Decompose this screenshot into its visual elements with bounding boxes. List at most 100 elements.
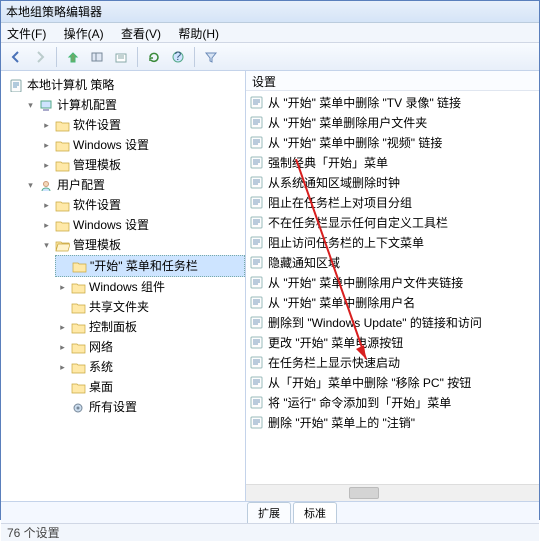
expand-icon[interactable]: ▸ — [41, 220, 52, 231]
menu-help[interactable]: 帮助(H) — [178, 27, 219, 41]
setting-row[interactable]: 不在任务栏显示任何自定义工具栏 — [246, 213, 539, 233]
settings-list[interactable]: 从 "开始" 菜单中删除 "TV 录像" 链接从 "开始" 菜单删除用户文件夹从… — [246, 91, 539, 484]
window-title: 本地组策略编辑器 — [6, 5, 102, 19]
folder-icon — [55, 139, 70, 152]
setting-label: 从 "开始" 菜单中删除 "TV 录像" 链接 — [268, 93, 461, 113]
expand-icon[interactable]: ▸ — [41, 120, 52, 131]
export-button[interactable] — [110, 46, 132, 68]
setting-label: 从 "开始" 菜单中删除 "视频" 链接 — [268, 133, 442, 153]
statusbar: 76 个设置 — [1, 523, 539, 541]
tree-user-config[interactable]: ▾ 用户配置 — [23, 175, 245, 195]
tree-item[interactable]: ▸网络 — [55, 337, 245, 357]
setting-label: 更改 "开始" 菜单电源按钮 — [268, 333, 403, 353]
expand-icon[interactable]: ▸ — [41, 140, 52, 151]
tree-admin-templates[interactable]: ▾管理模板 — [39, 235, 245, 255]
tree-root[interactable]: 本地计算机 策略 — [7, 75, 245, 95]
tree-item[interactable]: 桌面 — [55, 377, 245, 397]
setting-icon — [250, 236, 264, 250]
policy-icon — [9, 79, 24, 92]
setting-row[interactable]: 从 "开始" 菜单中删除 "TV 录像" 链接 — [246, 93, 539, 113]
tree-pane[interactable]: 本地计算机 策略 ▾ 计算机配置 ▸软件设置 ▸Windows 设置 ▸管理模板 — [1, 71, 246, 501]
tree-item[interactable]: 共享文件夹 — [55, 297, 245, 317]
setting-row[interactable]: 将 "运行" 命令添加到「开始」菜单 — [246, 393, 539, 413]
user-icon — [39, 179, 54, 192]
folder-open-icon — [55, 239, 70, 252]
setting-row[interactable]: 从 "开始" 菜单中删除用户名 — [246, 293, 539, 313]
setting-icon — [250, 196, 264, 210]
expand-icon[interactable]: ▸ — [41, 160, 52, 171]
setting-icon — [250, 256, 264, 270]
setting-row[interactable]: 从 "开始" 菜单中删除用户文件夹链接 — [246, 273, 539, 293]
setting-icon — [250, 336, 264, 350]
column-header-setting[interactable]: 设置 — [246, 71, 539, 91]
settings-pane: 设置 从 "开始" 菜单中删除 "TV 录像" 链接从 "开始" 菜单删除用户文… — [246, 71, 539, 501]
computer-icon — [39, 99, 54, 112]
setting-row[interactable]: 隐藏通知区域 — [246, 253, 539, 273]
tree-item[interactable]: ▸软件设置 — [39, 195, 245, 215]
collapse-icon[interactable]: ▾ — [25, 180, 36, 191]
setting-icon — [250, 136, 264, 150]
setting-row[interactable]: 从系统通知区域删除时钟 — [246, 173, 539, 193]
setting-row[interactable]: 从 "开始" 菜单删除用户文件夹 — [246, 113, 539, 133]
status-text: 76 个设置 — [7, 526, 60, 540]
collapse-icon[interactable]: ▾ — [41, 240, 52, 251]
toolbar: ? — [1, 43, 539, 71]
tree-computer-config[interactable]: ▾ 计算机配置 — [23, 95, 245, 115]
setting-icon — [250, 176, 264, 190]
folder-icon — [71, 301, 86, 314]
tree-item[interactable]: ▸Windows 组件 — [55, 277, 245, 297]
tree-start-taskbar[interactable]: "开始" 菜单和任务栏 — [55, 255, 245, 277]
setting-label: 强制经典「开始」菜单 — [268, 153, 388, 173]
expand-icon[interactable]: ▸ — [57, 322, 68, 333]
setting-row[interactable]: 在任务栏上显示快速启动 — [246, 353, 539, 373]
setting-row[interactable]: 阻止访问任务栏的上下文菜单 — [246, 233, 539, 253]
filter-button[interactable] — [200, 46, 222, 68]
setting-icon — [250, 216, 264, 230]
tree-item[interactable]: ▸Windows 设置 — [39, 135, 245, 155]
expand-icon[interactable]: ▸ — [41, 200, 52, 211]
up-button[interactable] — [62, 46, 84, 68]
folder-icon — [71, 361, 86, 374]
setting-label: 从「开始」菜单中删除 "移除 PC" 按钮 — [268, 373, 471, 393]
setting-label: 阻止访问任务栏的上下文菜单 — [268, 233, 424, 253]
scrollbar-thumb[interactable] — [349, 487, 379, 499]
menu-action[interactable]: 操作(A) — [64, 27, 104, 41]
expand-icon[interactable]: ▸ — [57, 282, 68, 293]
tree-item[interactable]: ▸Windows 设置 — [39, 215, 245, 235]
setting-row[interactable]: 更改 "开始" 菜单电源按钮 — [246, 333, 539, 353]
menu-file[interactable]: 文件(F) — [7, 27, 46, 41]
setting-row[interactable]: 从 "开始" 菜单中删除 "视频" 链接 — [246, 133, 539, 153]
horizontal-scrollbar[interactable] — [246, 484, 539, 501]
setting-icon — [250, 396, 264, 410]
tree-item[interactable]: ▸控制面板 — [55, 317, 245, 337]
setting-label: 删除 "开始" 菜单上的 "注销" — [268, 413, 415, 433]
setting-row[interactable]: 强制经典「开始」菜单 — [246, 153, 539, 173]
show-hide-button[interactable] — [86, 46, 108, 68]
setting-row[interactable]: 从「开始」菜单中删除 "移除 PC" 按钮 — [246, 373, 539, 393]
back-button[interactable] — [5, 46, 27, 68]
expand-icon[interactable]: ▸ — [57, 362, 68, 373]
help-button[interactable]: ? — [167, 46, 189, 68]
folder-icon — [71, 341, 86, 354]
refresh-button[interactable] — [143, 46, 165, 68]
setting-icon — [250, 116, 264, 130]
setting-label: 隐藏通知区域 — [268, 253, 340, 273]
expand-icon[interactable]: ▸ — [57, 342, 68, 353]
collapse-icon[interactable]: ▾ — [25, 100, 36, 111]
menu-view[interactable]: 查看(V) — [121, 27, 161, 41]
setting-label: 在任务栏上显示快速启动 — [268, 353, 400, 373]
forward-button[interactable] — [29, 46, 51, 68]
tree-item[interactable]: ▸软件设置 — [39, 115, 245, 135]
setting-icon — [250, 156, 264, 170]
tree-item[interactable]: ▸管理模板 — [39, 155, 245, 175]
folder-icon — [55, 119, 70, 132]
setting-row[interactable]: 删除到 "Windows Update" 的链接和访问 — [246, 313, 539, 333]
folder-icon — [55, 199, 70, 212]
setting-row[interactable]: 阻止在任务栏上对项目分组 — [246, 193, 539, 213]
setting-label: 不在任务栏显示任何自定义工具栏 — [268, 213, 448, 233]
tree-all-settings[interactable]: 所有设置 — [55, 397, 245, 417]
setting-label: 从系统通知区域删除时钟 — [268, 173, 400, 193]
setting-row[interactable]: 删除 "开始" 菜单上的 "注销" — [246, 413, 539, 433]
tree-item[interactable]: ▸系统 — [55, 357, 245, 377]
folder-icon — [55, 219, 70, 232]
